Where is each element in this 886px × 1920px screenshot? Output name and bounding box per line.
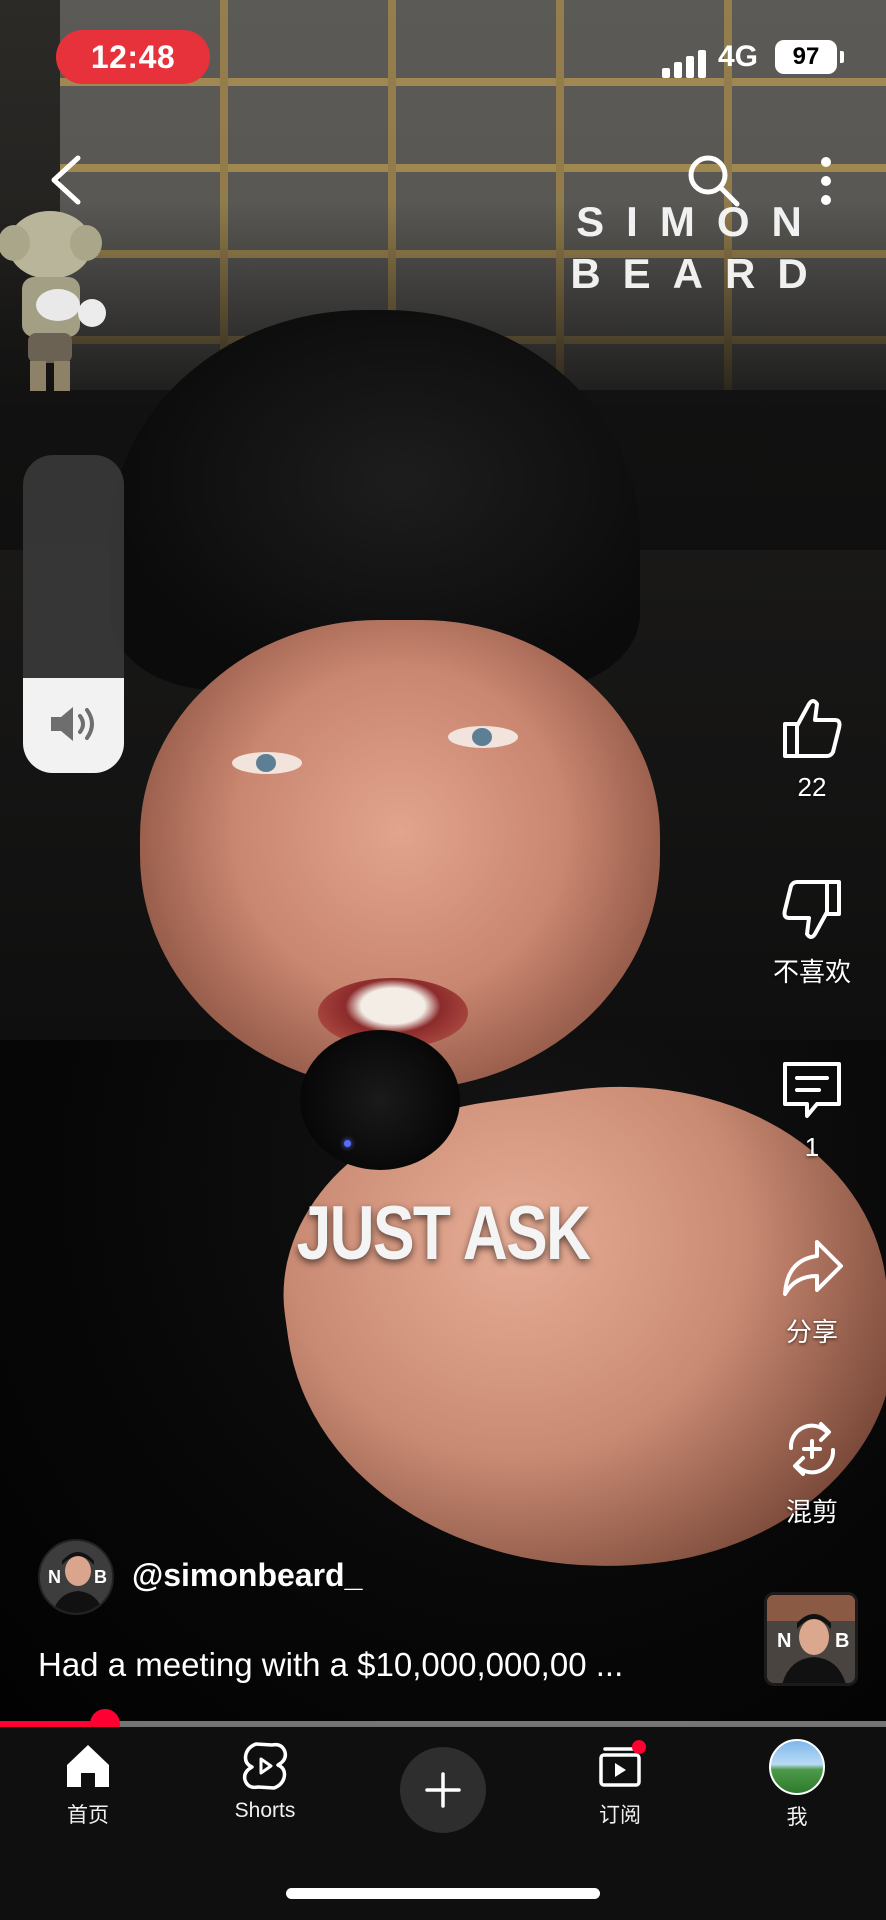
speaker-icon [51,707,94,741]
brand-line-2: BEARD [570,250,830,297]
nav-subscriptions[interactable]: 订阅 [550,1739,690,1829]
share-button[interactable]: 分享 [762,1234,862,1349]
nav-me-label: 我 [786,1806,808,1829]
comment-count: 1 [804,1132,820,1162]
brand-line-1: SIMON [576,198,824,245]
avatar-logo-right: B [94,1567,107,1587]
channel-avatar[interactable]: N B [38,1539,114,1615]
dislike-button[interactable]: 不喜欢 [762,874,862,989]
network-type: 4G [718,40,759,73]
subscriptions-icon [599,1740,646,1787]
cellular-signal-icon [662,46,710,78]
battery-indicator: 97 [775,40,844,74]
plus-icon [425,1772,461,1808]
like-button[interactable]: 22 [762,694,862,803]
lapel-microphone [300,1030,460,1170]
profile-avatar [769,1739,825,1795]
channel-thumbnail[interactable]: N B [764,1592,858,1686]
channel-handle[interactable]: @simonbeard_ [132,1557,362,1594]
thumbs-up-icon [783,699,842,758]
volume-slider[interactable] [23,455,124,773]
remix-label: 混剪 [785,1497,838,1527]
avatar-logo-left: N [48,1567,61,1587]
nav-shorts-label: Shorts [234,1799,296,1822]
nav-home[interactable]: 首页 [18,1739,158,1829]
comments-button[interactable]: 1 [762,1054,862,1163]
remix-button[interactable]: 混剪 [762,1414,862,1529]
video-caption: JUST ASK [296,1191,591,1276]
nav-subscriptions-label: 订阅 [599,1804,641,1827]
person-eye-right [448,726,518,748]
shorts-icon [242,1742,288,1790]
like-count: 22 [797,772,827,802]
home-indicator[interactable] [286,1888,600,1899]
nav-shorts[interactable]: Shorts [195,1739,335,1823]
status-bar: 12:48 4G 97 [0,28,886,88]
microphone-light [344,1140,351,1147]
nav-home-label: 首页 [67,1804,109,1827]
home-icon [67,1745,109,1787]
chevron-left-icon[interactable] [44,150,92,210]
comment-icon [783,1062,841,1118]
remix-icon [788,1422,836,1476]
video-title[interactable]: Had a meeting with a $10,000,000,00 ... [38,1646,623,1684]
thumbs-down-icon [782,880,841,939]
thumbnail-logo-left: N [777,1630,791,1652]
status-time: 12:48 [56,30,210,84]
background-figurine [0,211,106,391]
notification-dot [632,1740,646,1754]
nav-me[interactable]: 我 [727,1739,867,1831]
thumbnail-logo-right: B [835,1630,849,1652]
share-icon [783,1240,843,1296]
dislike-label: 不喜欢 [772,957,851,987]
thumbnail-image: N B [767,1595,855,1683]
create-button[interactable] [400,1747,486,1833]
brand-watermark: SIMON BEARD [570,196,830,300]
share-label: 分享 [785,1317,838,1347]
person-eye-left [232,752,302,774]
